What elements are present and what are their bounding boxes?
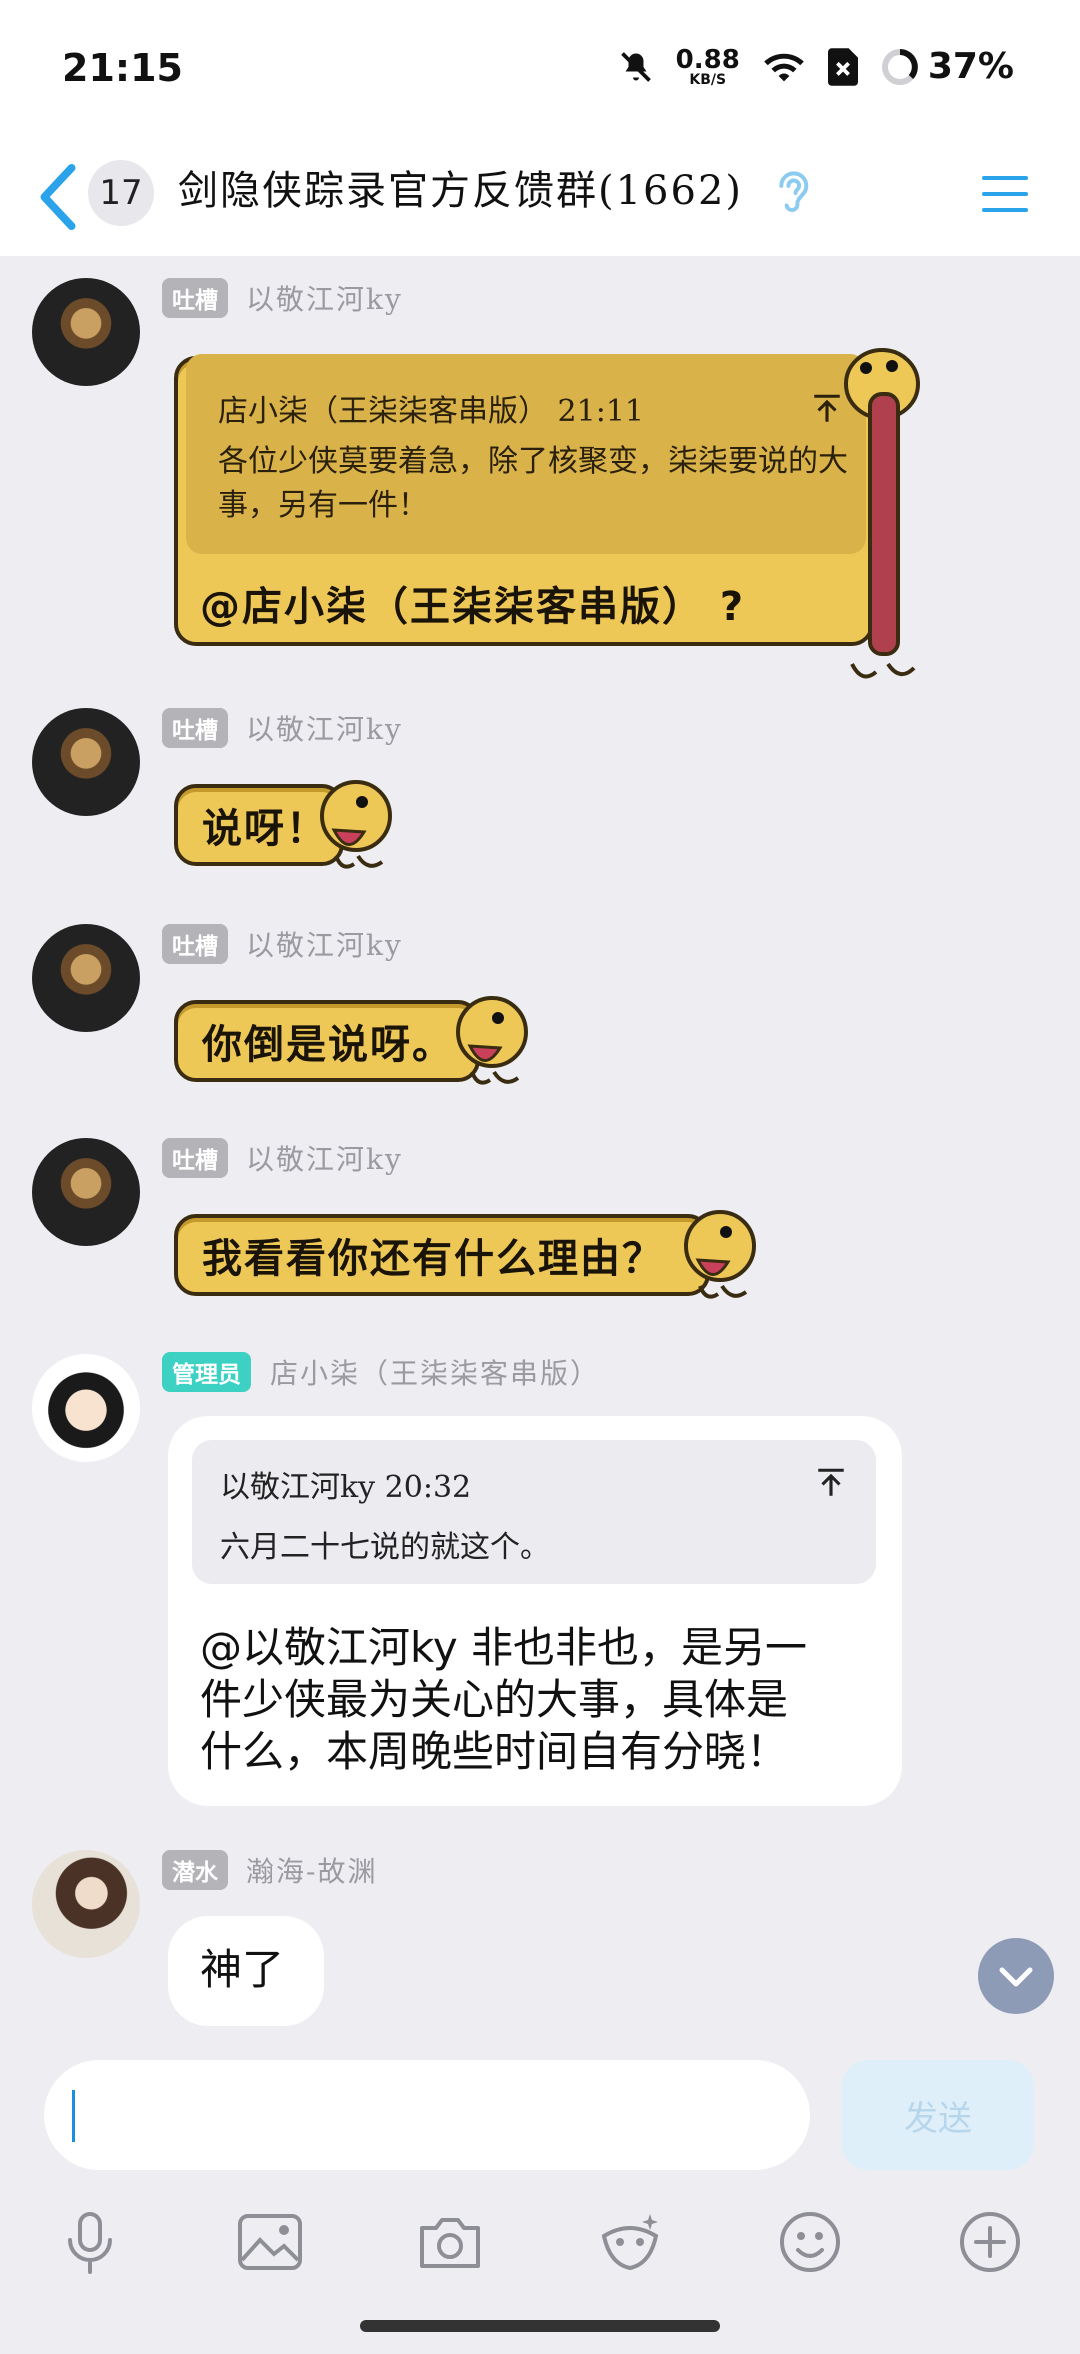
role-tag: 吐槽 bbox=[162, 708, 228, 748]
microphone-icon[interactable] bbox=[54, 2206, 126, 2278]
avatar[interactable] bbox=[32, 1138, 140, 1246]
message-text-line: @以敬江河ky 非也非也，是另一 bbox=[200, 1623, 808, 1672]
message-list[interactable]: 吐槽 以敬江河ky 店小柒（王柒柒客串版） 21:11 各位少侠莫要着急，除了核… bbox=[0, 256, 1080, 2056]
sender-name[interactable]: 以敬江河ky bbox=[246, 708, 403, 748]
speed-unit: KB/S bbox=[689, 71, 727, 88]
image-icon[interactable] bbox=[234, 2206, 306, 2278]
creature-icon bbox=[684, 1210, 756, 1299]
creature-icon bbox=[320, 780, 392, 869]
message-text-line: 什么，本周晚些时间自有分晓！ bbox=[200, 1727, 789, 1776]
ear-icon[interactable] bbox=[774, 168, 810, 218]
sender-name[interactable]: 以敬江河ky bbox=[246, 1138, 403, 1178]
message-text: 神了 bbox=[200, 1945, 285, 1994]
quote-header: 店小柒（王柒柒客串版） 21:11 bbox=[218, 394, 644, 429]
text-caret bbox=[72, 2090, 75, 2142]
role-tag: 潜水 bbox=[162, 1850, 228, 1890]
avatar[interactable] bbox=[32, 924, 140, 1032]
admin-tag: 管理员 bbox=[162, 1352, 251, 1392]
avatar[interactable] bbox=[32, 278, 140, 386]
sender-name[interactable]: 店小柒（王柒柒客串版） bbox=[270, 1352, 600, 1392]
message-text: 你倒是说呀。 bbox=[202, 1022, 454, 1068]
send-button[interactable]: 发送 bbox=[842, 2060, 1034, 2170]
status-icons: 0.88 KB/S 37% bbox=[618, 46, 1014, 87]
chevron-down-icon bbox=[999, 1967, 1033, 1987]
role-tag: 吐槽 bbox=[162, 1138, 228, 1178]
message-text: 说呀！ bbox=[202, 806, 328, 852]
battery-percent: 37% bbox=[927, 46, 1014, 87]
battery: 37% bbox=[880, 46, 1014, 87]
chat-header: 17 剑隐侠踪录官方反馈群(1662) bbox=[0, 140, 1080, 256]
wifi-icon bbox=[764, 53, 804, 81]
avatar[interactable] bbox=[32, 708, 140, 816]
plus-icon[interactable] bbox=[954, 2206, 1026, 2278]
creature-icon bbox=[844, 348, 920, 679]
status-bar: 21:15 0.88 KB/S 37% bbox=[0, 0, 1080, 140]
composer: 发送 bbox=[0, 2056, 1080, 2354]
scroll-to-bottom-button[interactable] bbox=[978, 1938, 1054, 2014]
sim-icon bbox=[827, 47, 858, 86]
home-indicator[interactable] bbox=[360, 2320, 720, 2332]
camera-icon[interactable] bbox=[414, 2206, 486, 2278]
quote-body: 六月二十七说的就这个。 bbox=[220, 1530, 550, 1565]
message-text-line: 件少侠最为关心的大事，具体是 bbox=[200, 1675, 789, 1724]
role-tag: 吐槽 bbox=[162, 278, 228, 318]
menu-icon[interactable] bbox=[980, 166, 1030, 222]
quote-header: 以敬江河ky 20:32 bbox=[220, 1470, 472, 1505]
status-time: 21:15 bbox=[62, 46, 183, 90]
unread-badge[interactable]: 17 bbox=[88, 160, 154, 226]
jump-to-top-icon[interactable] bbox=[814, 1466, 848, 1500]
role-tag: 吐槽 bbox=[162, 924, 228, 964]
avatar[interactable] bbox=[32, 1850, 140, 1958]
message-input[interactable] bbox=[44, 2060, 810, 2170]
group-title: 剑隐侠踪录官方反馈群(1662) bbox=[178, 168, 744, 214]
sender-name[interactable]: 瀚海-故渊 bbox=[246, 1850, 377, 1890]
bell-off-icon bbox=[620, 51, 651, 82]
sender-name[interactable]: 以敬江河ky bbox=[246, 278, 403, 318]
emoji-icon[interactable] bbox=[774, 2206, 846, 2278]
battery-ring-icon bbox=[881, 48, 918, 85]
avatar[interactable] bbox=[32, 1354, 140, 1462]
network-speed: 0.88 KB/S bbox=[676, 47, 740, 87]
sender-name[interactable]: 以敬江河ky bbox=[246, 924, 403, 964]
speed-value: 0.88 bbox=[675, 44, 740, 75]
message-text: 我看看你还有什么理由？ bbox=[202, 1236, 664, 1282]
creature-icon bbox=[456, 996, 528, 1085]
sticker-icon[interactable] bbox=[594, 2206, 666, 2278]
jump-to-top-icon[interactable] bbox=[810, 392, 844, 426]
back-arrow-icon[interactable] bbox=[38, 162, 78, 232]
quote-body: 各位少侠莫要着急，除了核聚变，柒柒要说的大事，另有一件！ bbox=[218, 444, 848, 523]
message-text: @店小柒（王柒柒客串版） ? bbox=[200, 584, 746, 630]
